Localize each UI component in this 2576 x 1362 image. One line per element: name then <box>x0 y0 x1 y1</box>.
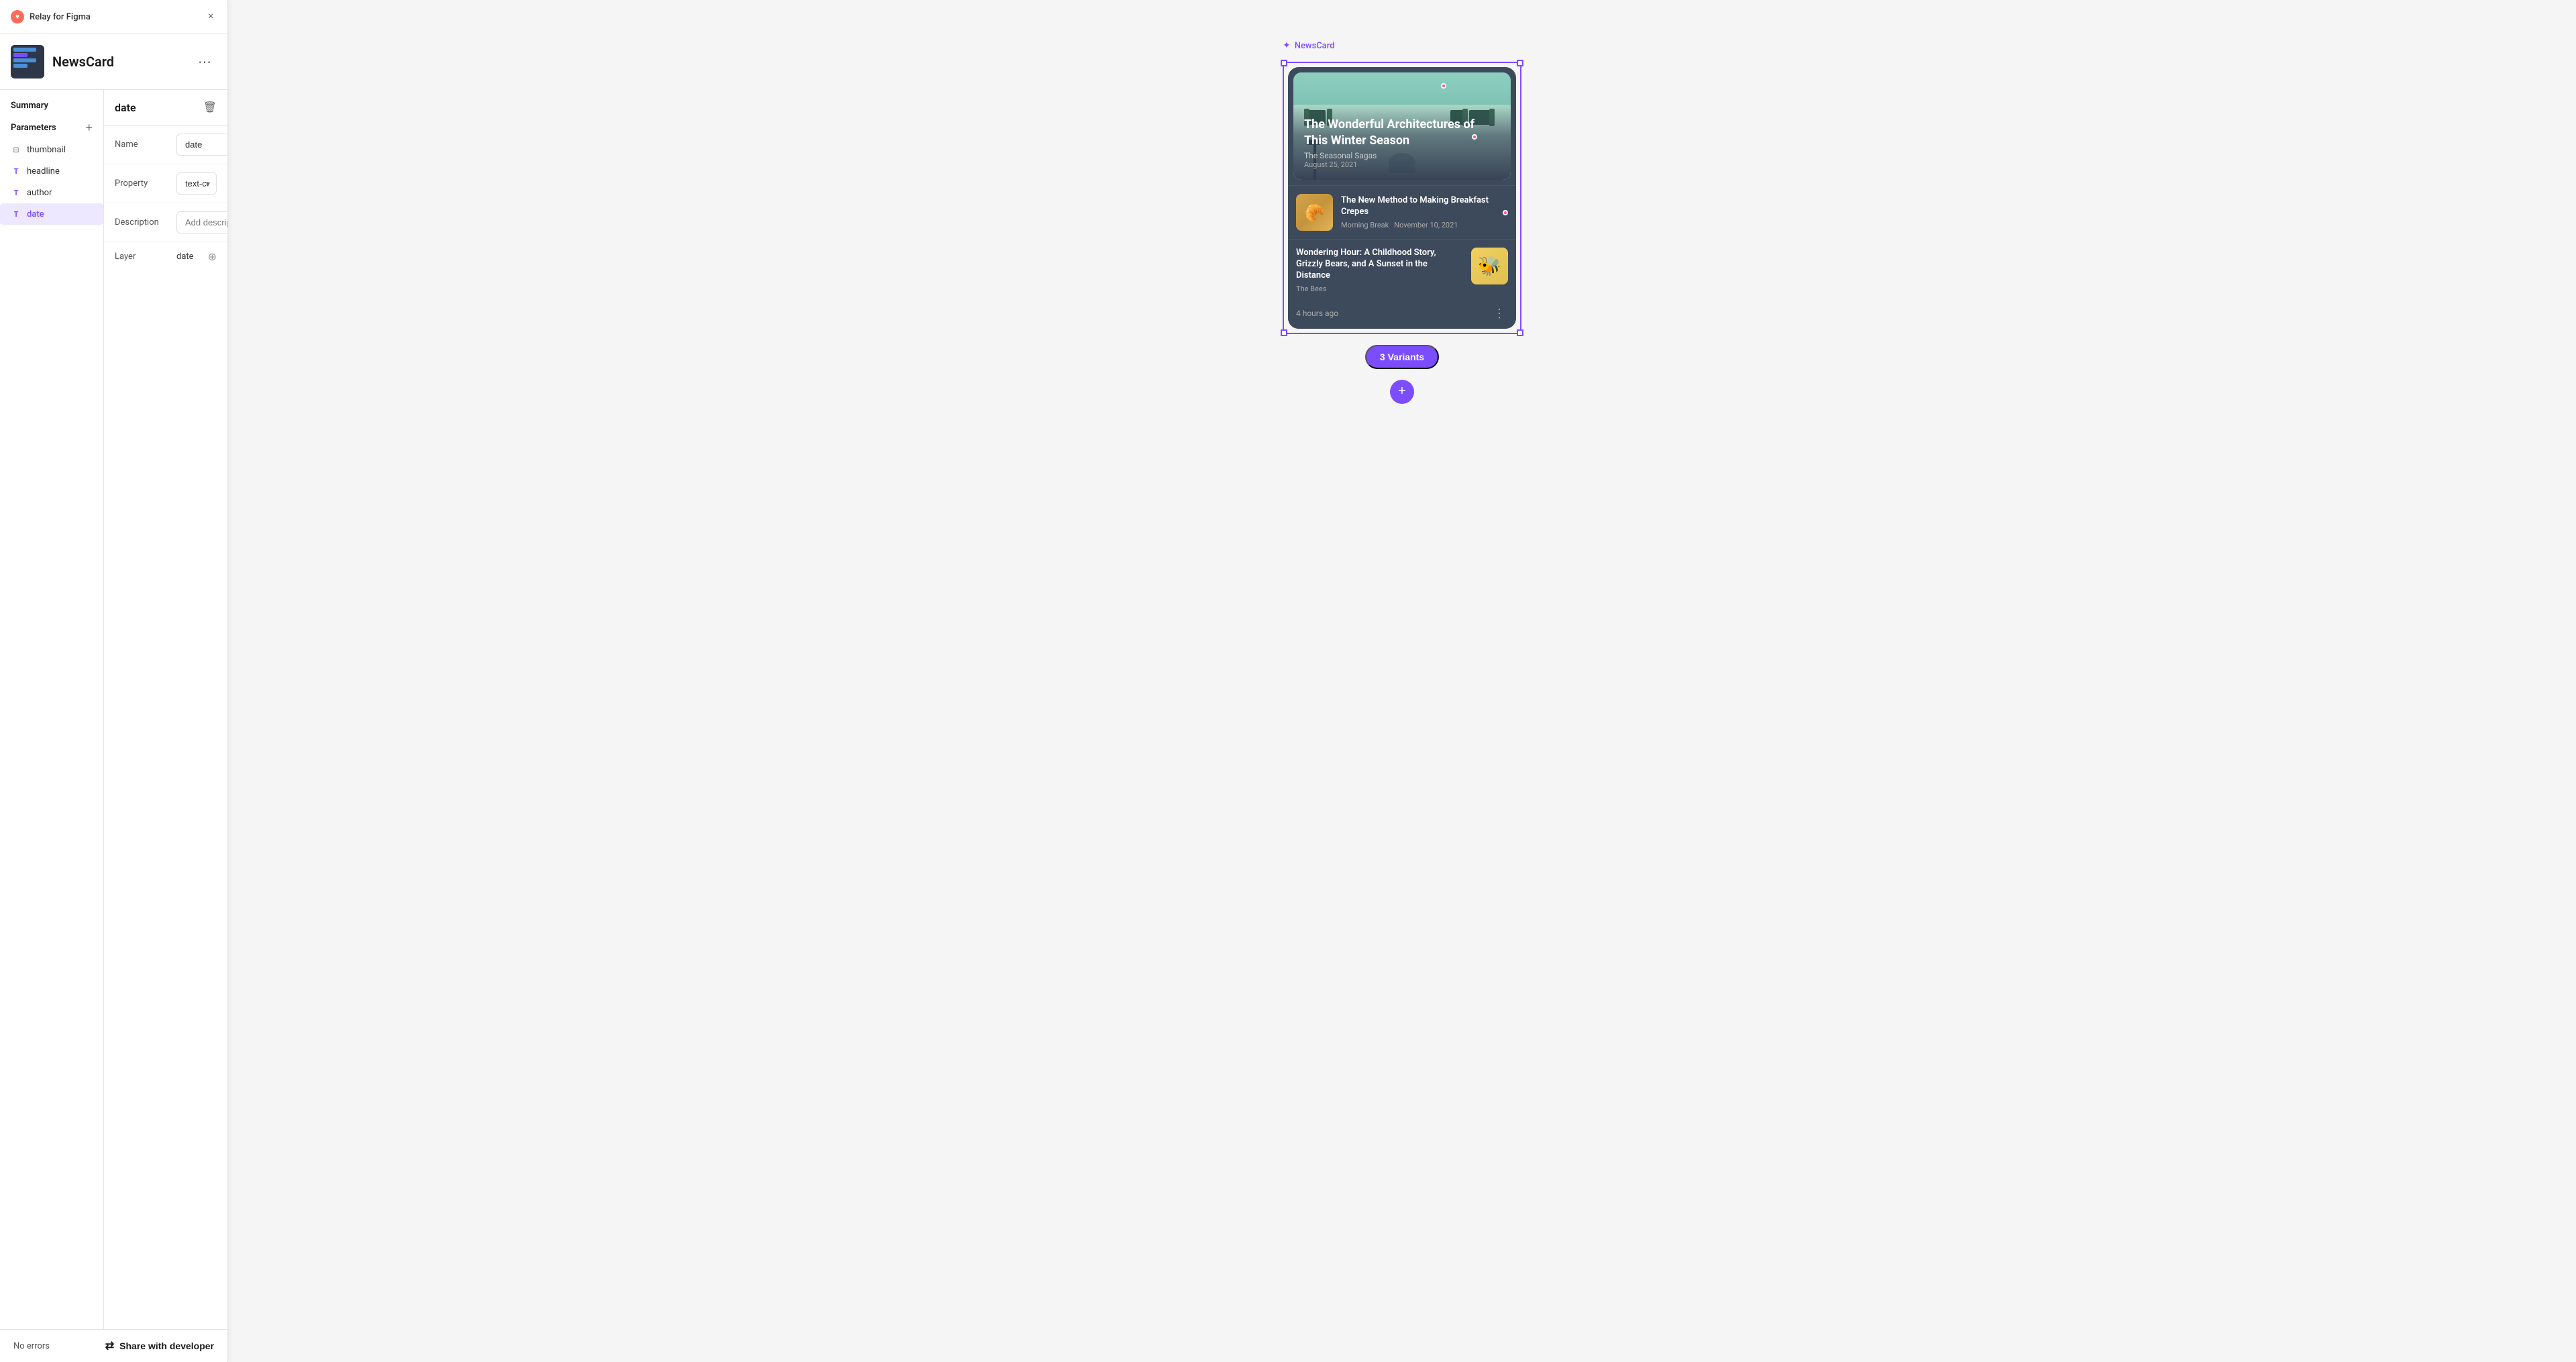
name-label: Name <box>115 140 168 150</box>
param-item-date[interactable]: T date <box>0 203 103 225</box>
property-select-wrapper: text-content visible src ▾ <box>176 172 217 195</box>
component-name: NewsCard <box>52 54 114 70</box>
no-errors-label: No errors <box>13 1341 50 1351</box>
food-thumbnail <box>1296 194 1333 231</box>
detail-title: date <box>115 101 136 114</box>
layer-row: Layer date ⊕ <box>104 242 227 271</box>
content-area: Summary Parameters + ⊡ thumbnail T headl… <box>0 90 227 1330</box>
article-thumb-1 <box>1296 194 1333 231</box>
article-item-1: The New Method to Making Breakfast Crepe… <box>1288 185 1516 239</box>
params-label: Parameters <box>11 123 56 133</box>
close-button[interactable]: × <box>205 8 217 25</box>
thumb-line-4 <box>13 64 28 68</box>
left-panel: ♥ Relay for Figma × NewsCard ⋯ Summary P… <box>0 0 228 1362</box>
image-icon: ⊡ <box>11 144 21 155</box>
article-title-2: Wondering Hour: A Childhood Story, Grizz… <box>1296 248 1463 282</box>
last-article-text: Wondering Hour: A Childhood Story, Grizz… <box>1296 248 1463 293</box>
variants-badge[interactable]: 3 Variants <box>1365 345 1439 369</box>
featured-title: The Wonderful Architectures of This Wint… <box>1304 117 1500 148</box>
canvas-area: ✦ NewsCard <box>228 0 2576 1362</box>
news-card: The Wonderful Architectures of This Wint… <box>1288 67 1516 329</box>
detail-panel: date 🗑 Name Property text-content visibl… <box>104 90 227 1329</box>
share-label: Share with developer <box>119 1341 214 1351</box>
name-input[interactable] <box>176 134 227 156</box>
panel-header: ♥ Relay for Figma × <box>0 0 227 34</box>
param-date-name: date <box>27 209 44 219</box>
target-icon[interactable]: ⊕ <box>208 250 217 263</box>
handle-top-right[interactable] <box>1517 60 1523 66</box>
article-date-1: November 10, 2021 <box>1394 221 1458 229</box>
description-input[interactable] <box>176 211 227 233</box>
property-label: Property <box>115 178 168 189</box>
article-meta-2: The Bees <box>1296 284 1463 293</box>
description-label: Description <box>115 217 168 227</box>
featured-overlay: The Wonderful Architectures of This Wint… <box>1293 106 1511 180</box>
figma-diamond-icon: ✦ <box>1283 40 1291 51</box>
layer-name: date <box>176 252 200 262</box>
param-author-name: author <box>27 188 52 198</box>
text-icon-author: T <box>11 187 21 198</box>
handle-bottom-left[interactable] <box>1281 329 1287 336</box>
featured-article: The Wonderful Architectures of This Wint… <box>1293 72 1511 180</box>
time-ago: 4 hours ago <box>1296 309 1338 318</box>
component-info: NewsCard <box>11 45 114 78</box>
handle-top-left[interactable] <box>1281 60 1287 66</box>
bottom-bar: No errors ⇄ Share with developer <box>0 1330 227 1362</box>
article-info-1: The New Method to Making Breakfast Crepe… <box>1341 195 1501 229</box>
article-source-1: Morning Break <box>1341 221 1389 229</box>
property-row: Property text-content visible src ▾ <box>104 164 227 203</box>
article-meta-1: Morning Break November 10, 2021 <box>1341 221 1501 229</box>
param-item-thumbnail[interactable]: ⊡ thumbnail <box>0 139 103 160</box>
share-button[interactable]: ⇄ Share with developer <box>105 1339 214 1353</box>
thumb-line-3 <box>13 58 36 62</box>
article-title-1: The New Method to Making Breakfast Crepe… <box>1341 195 1501 218</box>
params-header: Parameters + <box>0 116 103 139</box>
article-source-2: The Bees <box>1296 284 1326 293</box>
summary-label: Summary <box>0 90 103 116</box>
selection-frame[interactable]: The Wonderful Architectures of This Wint… <box>1283 62 1521 334</box>
description-row: Description <box>104 203 227 242</box>
layer-label: Layer <box>115 252 168 262</box>
component-header: NewsCard ⋯ <box>0 34 227 90</box>
article-thumb-2 <box>1471 248 1508 284</box>
frame-label: ✦ NewsCard <box>1283 40 1335 51</box>
article-item-2: Wondering Hour: A Childhood Story, Grizz… <box>1288 239 1516 329</box>
article-more-options[interactable]: ⋮ <box>1491 307 1508 321</box>
more-options-button[interactable]: ⋯ <box>193 51 217 73</box>
add-param-button[interactable]: + <box>85 121 93 134</box>
thumb-line-2 <box>13 53 28 57</box>
canvas-content: ✦ NewsCard <box>1283 27 1521 404</box>
handle-bottom-right[interactable] <box>1517 329 1523 336</box>
frame-title: NewsCard <box>1295 41 1335 51</box>
name-row: Name <box>104 125 227 164</box>
featured-source: The Seasonal Sagas <box>1304 151 1500 160</box>
text-icon-headline: T <box>11 166 21 176</box>
thumb-line-1 <box>13 48 36 52</box>
app-title: Relay for Figma <box>30 12 91 22</box>
article-pink-dot-1 <box>1503 210 1508 215</box>
text-icon-date: T <box>11 209 21 219</box>
detail-header: date 🗑 <box>104 90 227 125</box>
property-select[interactable]: text-content visible src <box>176 172 217 195</box>
param-headline-name: headline <box>27 166 60 176</box>
add-variant-button[interactable]: + <box>1390 380 1414 404</box>
featured-date: August 25, 2021 <box>1304 160 1500 169</box>
param-item-headline[interactable]: T headline <box>0 160 103 182</box>
component-thumbnail <box>11 45 44 78</box>
panel-title-group: ♥ Relay for Figma <box>11 10 91 23</box>
last-article-bottom: 4 hours ago ⋮ <box>1296 307 1508 321</box>
share-icon: ⇄ <box>105 1339 114 1353</box>
article-pink-dot-2 <box>1441 83 1446 89</box>
delete-button[interactable]: 🗑 <box>203 101 217 114</box>
relay-logo: ♥ <box>11 10 24 23</box>
params-sidebar: Summary Parameters + ⊡ thumbnail T headl… <box>0 90 104 1329</box>
param-item-author[interactable]: T author <box>0 182 103 203</box>
param-thumbnail-name: thumbnail <box>27 145 66 155</box>
last-article-content: Wondering Hour: A Childhood Story, Grizz… <box>1296 248 1508 293</box>
featured-pink-dot <box>1472 134 1477 140</box>
bee-thumbnail <box>1471 248 1508 284</box>
